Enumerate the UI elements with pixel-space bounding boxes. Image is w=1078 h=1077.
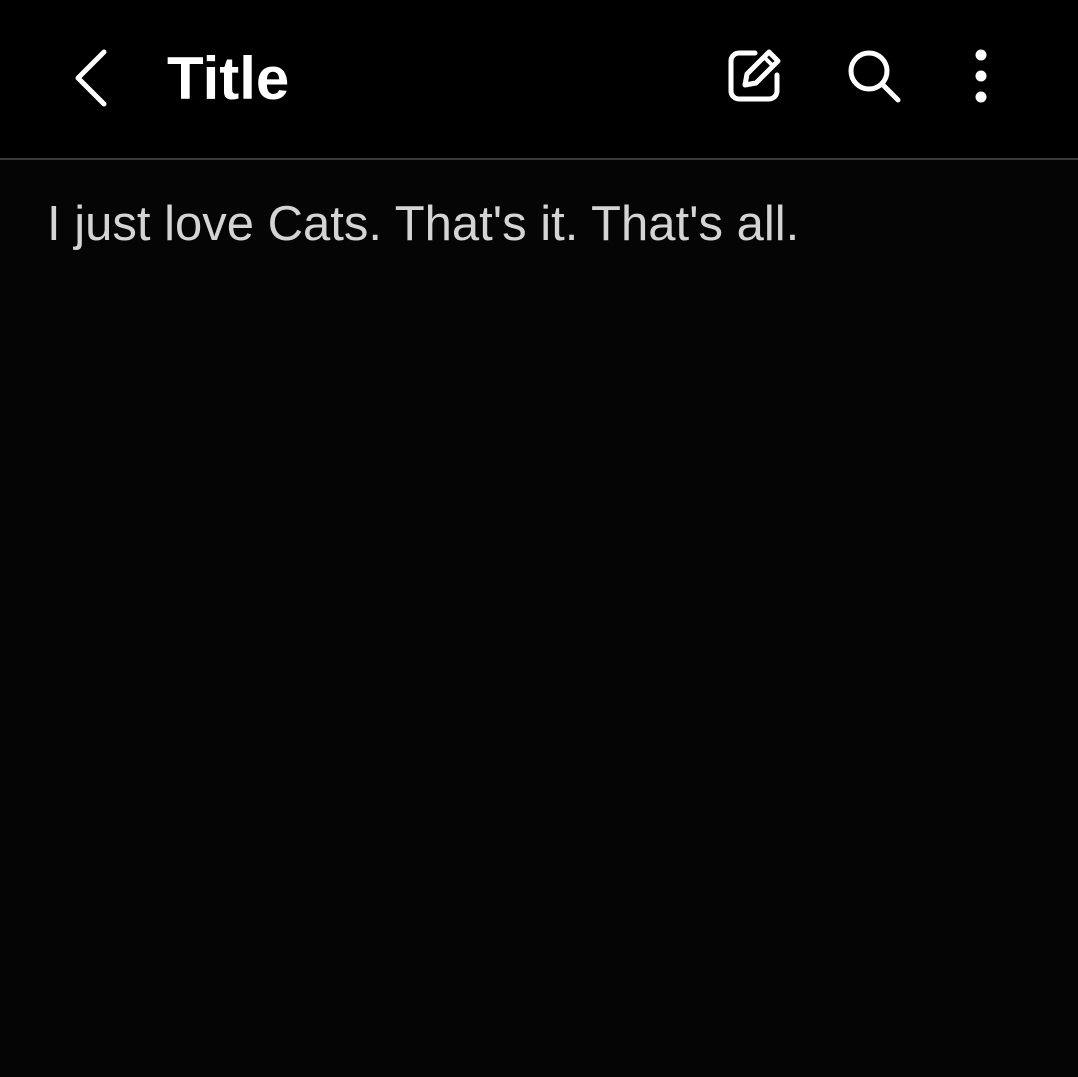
edit-button[interactable] <box>716 38 792 114</box>
note-content-area[interactable]: I just love Cats. That's it. That's all. <box>0 160 1078 1077</box>
more-options-button[interactable] <box>952 38 1010 114</box>
more-vert-icon <box>975 49 987 103</box>
note-body-text[interactable]: I just love Cats. That's it. That's all. <box>47 194 799 254</box>
edit-icon <box>728 49 781 102</box>
app-bar: Title <box>0 0 1078 160</box>
back-arrow-icon <box>75 49 107 107</box>
search-icon <box>848 50 901 103</box>
back-button[interactable] <box>60 38 124 118</box>
search-button[interactable] <box>836 38 912 114</box>
page-title: Title <box>167 45 290 112</box>
